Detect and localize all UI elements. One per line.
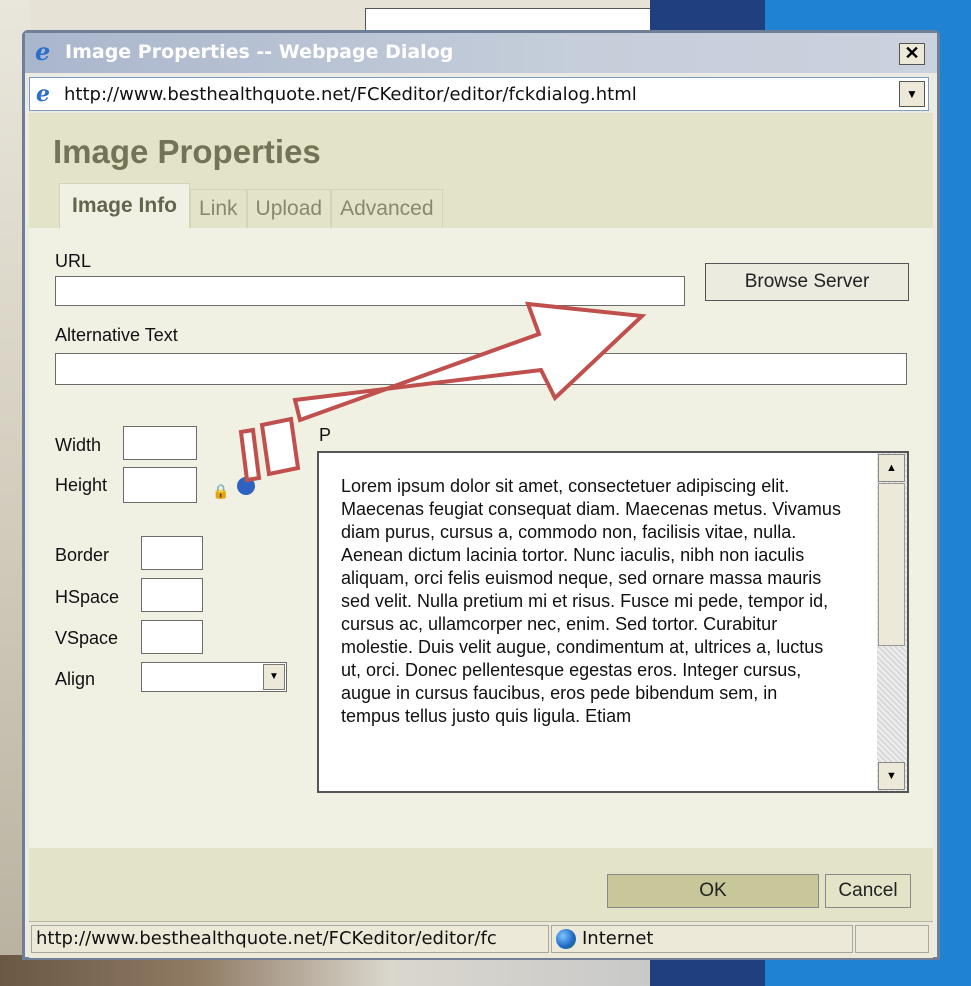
alt-text-input[interactable] (55, 353, 907, 385)
status-zone: Internet (551, 925, 853, 953)
globe-icon (556, 929, 576, 949)
scroll-down-icon[interactable]: ▼ (878, 762, 905, 790)
ie-icon: e (35, 37, 51, 66)
dialog-title: Image Properties (53, 133, 321, 170)
address-text: http://www.besthealthquote.net/FCKeditor… (64, 84, 637, 105)
hspace-label: HSpace (55, 587, 120, 607)
close-button[interactable]: ✕ (899, 43, 925, 65)
status-url: http://www.besthealthquote.net/FCKeditor… (31, 925, 549, 953)
status-extra (855, 925, 929, 953)
tab-strip: Image Info Link Upload Advanced (59, 183, 443, 228)
title-bar[interactable]: e Image Properties -- Webpage Dialog ✕ (25, 33, 937, 73)
width-input[interactable] (123, 426, 197, 460)
tab-link[interactable]: Link (190, 189, 247, 228)
vspace-input[interactable] (141, 620, 203, 654)
width-label: Width (55, 435, 102, 455)
tab-advanced[interactable]: Advanced (331, 189, 443, 228)
align-dropdown-icon[interactable]: ▼ (263, 664, 285, 690)
tab-upload[interactable]: Upload (246, 189, 332, 228)
browse-server-button[interactable]: Browse Server (705, 263, 909, 301)
url-input[interactable] (55, 276, 685, 306)
scroll-up-icon[interactable]: ▲ (878, 454, 905, 482)
border-input[interactable] (141, 536, 203, 570)
status-bar: http://www.besthealthquote.net/FCKeditor… (29, 921, 933, 958)
dialog-header: Image Properties Image Info Link Upload … (29, 113, 933, 228)
dialog-window: e Image Properties -- Webpage Dialog ✕ e… (22, 30, 940, 960)
ok-button[interactable]: OK (607, 874, 819, 908)
height-input[interactable] (123, 467, 197, 503)
preview-box: Lorem ipsum dolor sit amet, consectetuer… (317, 451, 909, 793)
border-label: Border (55, 545, 110, 565)
address-dropdown-button[interactable]: ▼ (899, 81, 925, 107)
cancel-button[interactable]: Cancel (825, 874, 911, 908)
dialog-footer: OK Cancel (29, 848, 933, 926)
preview-scrollbar[interactable]: ▲ ▼ (877, 453, 907, 791)
reset-size-icon[interactable] (237, 477, 255, 495)
align-select[interactable]: ▼ (141, 662, 287, 692)
scroll-thumb[interactable] (878, 483, 905, 646)
alt-text-label: Alternative Text (55, 325, 178, 345)
address-bar[interactable]: e http://www.besthealthquote.net/FCKedit… (29, 77, 929, 111)
dialog-content: Image Properties Image Info Link Upload … (29, 113, 933, 926)
preview-label: P (319, 425, 332, 445)
page-icon: e (36, 81, 50, 107)
preview-text: Lorem ipsum dolor sit amet, consectetuer… (341, 476, 841, 726)
vspace-label: VSpace (55, 628, 119, 648)
align-label: Align (55, 669, 96, 689)
height-label: Height (55, 475, 108, 495)
window-title: Image Properties -- Webpage Dialog (65, 41, 454, 63)
url-label: URL (55, 251, 92, 271)
hspace-input[interactable] (141, 578, 203, 612)
lock-ratio-icon[interactable]: 🔒 (212, 483, 229, 500)
tab-image-info[interactable]: Image Info (59, 183, 191, 228)
status-zone-label: Internet (582, 928, 654, 949)
